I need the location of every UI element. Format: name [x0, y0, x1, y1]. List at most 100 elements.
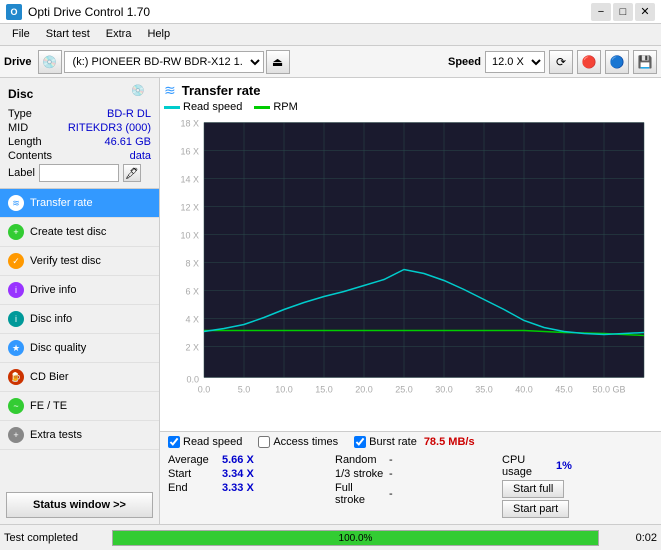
chart-legend: Read speed RPM [164, 101, 657, 113]
app-title: Opti Drive Control 1.70 [28, 5, 150, 19]
random-value: - [389, 454, 429, 466]
disc-header: Disc 💿 [8, 84, 151, 104]
sidebar-item-disc-quality[interactable]: ★ Disc quality [0, 334, 159, 363]
sidebar-item-extra-tests[interactable]: + Extra tests [0, 421, 159, 450]
sidebar: Disc 💿 Type BD-R DL MID RITEKDR3 (000) L… [0, 78, 160, 524]
stats-col-1: Average 5.66 X Start 3.34 X End 3.33 X [168, 452, 319, 520]
settings-button1[interactable]: 🔴 [577, 50, 601, 74]
burst-rate-value: 78.5 MB/s [424, 436, 475, 448]
chart-container: ≋ Transfer rate Read speed RPM [160, 78, 661, 431]
disc-label-button[interactable]: 🖋 [123, 164, 141, 182]
access-times-checkbox[interactable] [258, 436, 270, 448]
menu-extra[interactable]: Extra [98, 26, 140, 43]
disc-label-input[interactable] [39, 164, 119, 182]
legend-rpm-label: RPM [273, 101, 297, 113]
full-stroke-value: - [389, 488, 429, 500]
eject-button[interactable]: ⏏ [266, 50, 290, 74]
cpu-value: 1% [556, 460, 572, 472]
start-part-button[interactable]: Start part [502, 500, 569, 518]
drive-combo[interactable]: (k:) PIONEER BD-RW BDR-X12 1.03 [64, 51, 264, 73]
start-label: Start [168, 468, 218, 480]
minimize-button[interactable]: − [591, 3, 611, 21]
average-label: Average [168, 454, 218, 466]
fe-te-icon: ~ [8, 398, 24, 414]
svg-text:35.0: 35.0 [475, 385, 493, 395]
svg-text:0.0: 0.0 [186, 375, 199, 385]
progress-bar-container: 100.0% [112, 530, 599, 546]
disc-length-row: Length 46.61 GB [8, 136, 151, 148]
drive-icon-btn[interactable]: 💿 [38, 50, 62, 74]
progress-label: 100.0% [113, 531, 598, 547]
stats-col-3: CPU usage 1% Start full Start part [502, 452, 653, 520]
svg-text:8 X: 8 X [185, 259, 199, 269]
menu-help[interactable]: Help [139, 26, 178, 43]
legend-green-line [254, 106, 270, 109]
title-bar-left: O Opti Drive Control 1.70 [6, 4, 150, 20]
refresh-button[interactable]: ⟳ [549, 50, 573, 74]
disc-contents-row: Contents data [8, 150, 151, 162]
svg-text:40.0: 40.0 [515, 385, 533, 395]
sidebar-item-drive-info[interactable]: i Drive info [0, 276, 159, 305]
stats-row-cpu: CPU usage 1% [502, 454, 653, 478]
disc-contents-value: data [130, 150, 151, 162]
extra-tests-icon: + [8, 427, 24, 443]
disc-length-label: Length [8, 136, 42, 148]
drive-info-icon: i [8, 282, 24, 298]
sidebar-item-cd-bier[interactable]: 🍺 CD Bier [0, 363, 159, 392]
title-bar: O Opti Drive Control 1.70 − □ ✕ [0, 0, 661, 24]
disc-mid-label: MID [8, 122, 28, 134]
content-area: ≋ Transfer rate Read speed RPM [160, 78, 661, 524]
burst-rate-checkbox[interactable] [354, 436, 366, 448]
one-third-stroke-label: 1/3 stroke [335, 468, 385, 480]
time-display: 0:02 [607, 532, 657, 544]
legend-read-speed-label: Read speed [183, 101, 242, 113]
start-full-button[interactable]: Start full [502, 480, 564, 498]
status-window-button[interactable]: Status window >> [6, 492, 153, 518]
sidebar-item-disc-info[interactable]: i Disc info [0, 305, 159, 334]
create-test-disc-icon: + [8, 224, 24, 240]
sidebar-item-create-test-disc[interactable]: + Create test disc [0, 218, 159, 247]
save-button[interactable]: 💾 [633, 50, 657, 74]
read-speed-check-item: Read speed [168, 436, 242, 448]
sidebar-item-fe-te[interactable]: ~ FE / TE [0, 392, 159, 421]
close-button[interactable]: ✕ [635, 3, 655, 21]
legend-read-speed: Read speed [164, 101, 242, 113]
menu-bar: File Start test Extra Help [0, 24, 661, 46]
access-times-check-label: Access times [273, 436, 338, 448]
disc-mid-row: MID RITEKDR3 (000) [8, 122, 151, 134]
read-speed-checkbox[interactable] [168, 436, 180, 448]
status-text: Test completed [4, 532, 104, 544]
sidebar-item-label-extra-tests: Extra tests [30, 429, 82, 441]
cpu-label: CPU usage [502, 454, 552, 478]
full-stroke-label: Full stroke [335, 482, 385, 506]
maximize-button[interactable]: □ [613, 3, 633, 21]
svg-text:30.0: 30.0 [435, 385, 453, 395]
settings-button2[interactable]: 🔵 [605, 50, 629, 74]
disc-type-row: Type BD-R DL [8, 108, 151, 120]
svg-text:10.0: 10.0 [275, 385, 293, 395]
window-controls: − □ ✕ [591, 3, 655, 21]
stats-row-1-3-stroke: 1/3 stroke - [335, 468, 486, 480]
drive-label: Drive [4, 56, 32, 68]
stats-rows: Average 5.66 X Start 3.34 X End 3.33 X [168, 452, 653, 520]
sidebar-item-verify-test-disc[interactable]: ✓ Verify test disc [0, 247, 159, 276]
disc-contents-label: Contents [8, 150, 52, 162]
menu-file[interactable]: File [4, 26, 38, 43]
burst-rate-check-label: Burst rate [369, 436, 417, 448]
menu-start-test[interactable]: Start test [38, 26, 98, 43]
svg-text:2 X: 2 X [185, 343, 199, 353]
cd-bier-icon: 🍺 [8, 369, 24, 385]
one-third-stroke-value: - [389, 468, 429, 480]
sidebar-item-transfer-rate[interactable]: ≋ Transfer rate [0, 189, 159, 218]
speed-combo[interactable]: 12.0 X ↓ [485, 51, 545, 73]
drive-select-group: 💿 (k:) PIONEER BD-RW BDR-X12 1.03 ⏏ [38, 50, 436, 74]
svg-text:50.0 GB: 50.0 GB [592, 385, 625, 395]
stats-checkboxes: Read speed Access times Burst rate 78.5 … [168, 436, 653, 448]
burst-rate-check-item: Burst rate 78.5 MB/s [354, 436, 474, 448]
sidebar-item-label-verify-test-disc: Verify test disc [30, 255, 101, 267]
chart-title-bar: ≋ Transfer rate [164, 82, 657, 99]
sidebar-item-label-disc-quality: Disc quality [30, 342, 86, 354]
toolbar: Drive 💿 (k:) PIONEER BD-RW BDR-X12 1.03 … [0, 46, 661, 78]
access-times-check-item: Access times [258, 436, 338, 448]
disc-icon[interactable]: 💿 [131, 84, 151, 104]
